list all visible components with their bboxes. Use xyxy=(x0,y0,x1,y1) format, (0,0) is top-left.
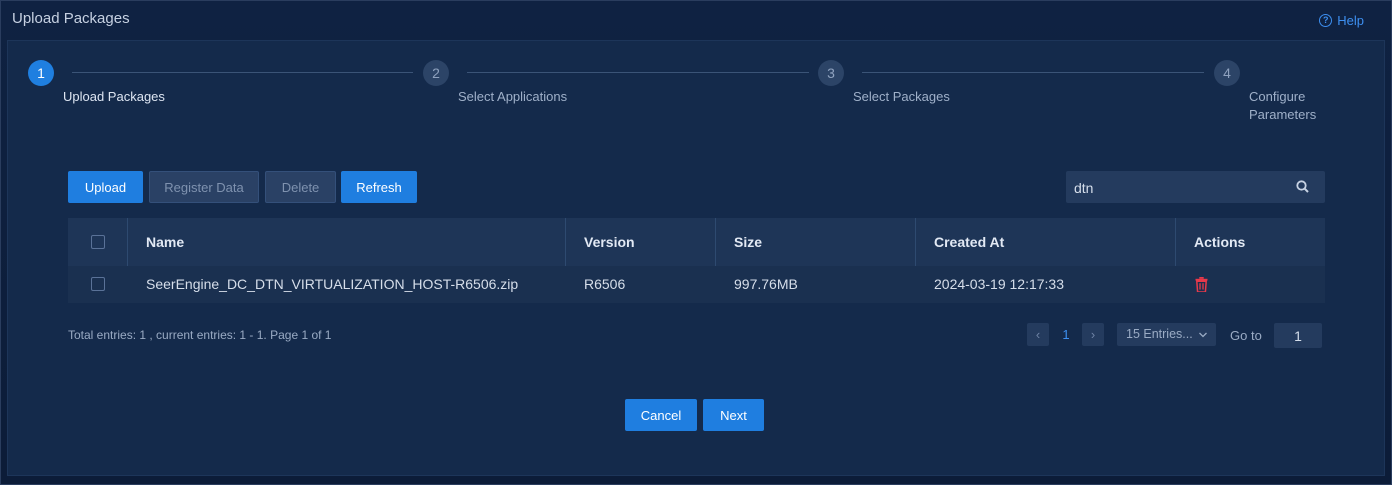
goto-page-input[interactable] xyxy=(1274,323,1322,348)
select-all-cell xyxy=(68,218,128,266)
step-3-circle: 3 xyxy=(818,60,844,86)
goto-label: Go to xyxy=(1230,328,1262,343)
page-size-select[interactable]: 15 Entries... xyxy=(1117,323,1216,346)
step-4-label: Configure Parameters xyxy=(1249,88,1316,124)
step-connector xyxy=(72,72,413,73)
step-4-label-line1: Configure xyxy=(1249,89,1306,104)
search-icon[interactable] xyxy=(1296,180,1309,198)
step-1-circle: 1 xyxy=(28,60,54,86)
step-4-label-line2: Parameters xyxy=(1249,107,1317,122)
column-header-created-at[interactable]: Created At xyxy=(916,218,1176,266)
window-title: Upload Packages xyxy=(12,10,130,27)
row-created-at: 2024-03-19 12:17:33 xyxy=(934,276,1064,292)
select-all-checkbox[interactable] xyxy=(91,235,105,249)
refresh-button[interactable]: Refresh xyxy=(341,171,417,203)
chevron-down-icon xyxy=(1199,323,1207,346)
column-header-actions: Actions xyxy=(1194,234,1246,250)
table-row[interactable]: SeerEngine_DC_DTN_VIRTUALIZATION_HOST-R6… xyxy=(68,266,1325,303)
step-2-label: Select Applications xyxy=(458,89,568,104)
help-icon: ? xyxy=(1319,14,1333,27)
column-header-name[interactable]: Name xyxy=(128,218,566,266)
register-data-button[interactable]: Register Data xyxy=(149,171,259,203)
search-input[interactable] xyxy=(1072,171,1286,205)
next-page-button[interactable]: › xyxy=(1082,323,1104,346)
next-button[interactable]: Next xyxy=(703,399,764,431)
row-checkbox[interactable] xyxy=(91,277,105,291)
row-version: R6506 xyxy=(584,276,626,292)
page-size-value: 15 Entries... xyxy=(1126,327,1193,341)
trash-icon[interactable] xyxy=(1195,277,1208,297)
delete-button[interactable]: Delete xyxy=(265,171,336,203)
row-name: SeerEngine_DC_DTN_VIRTUALIZATION_HOST-R6… xyxy=(146,276,519,292)
column-header-size[interactable]: Size xyxy=(716,218,916,266)
help-label: Help xyxy=(1337,13,1364,28)
cancel-button[interactable]: Cancel xyxy=(625,399,697,431)
step-3-label: Select Packages xyxy=(853,89,950,104)
row-size: 997.76MB xyxy=(734,276,798,292)
column-header-version[interactable]: Version xyxy=(566,218,716,266)
table-header: Name Version Size Created At Actions xyxy=(68,218,1325,266)
pagination-summary: Total entries: 1 , current entries: 1 - … xyxy=(68,328,332,342)
current-page[interactable]: 1 xyxy=(1058,323,1074,346)
step-4-circle: 4 xyxy=(1214,60,1240,86)
step-connector xyxy=(862,72,1204,73)
prev-page-button[interactable]: ‹ xyxy=(1027,323,1049,346)
upload-button[interactable]: Upload xyxy=(68,171,143,203)
step-connector xyxy=(467,72,809,73)
step-2-circle: 2 xyxy=(423,60,449,86)
search-box xyxy=(1066,171,1325,205)
help-link[interactable]: ? Help xyxy=(1319,13,1364,28)
step-1-label: Upload Packages xyxy=(63,89,165,104)
